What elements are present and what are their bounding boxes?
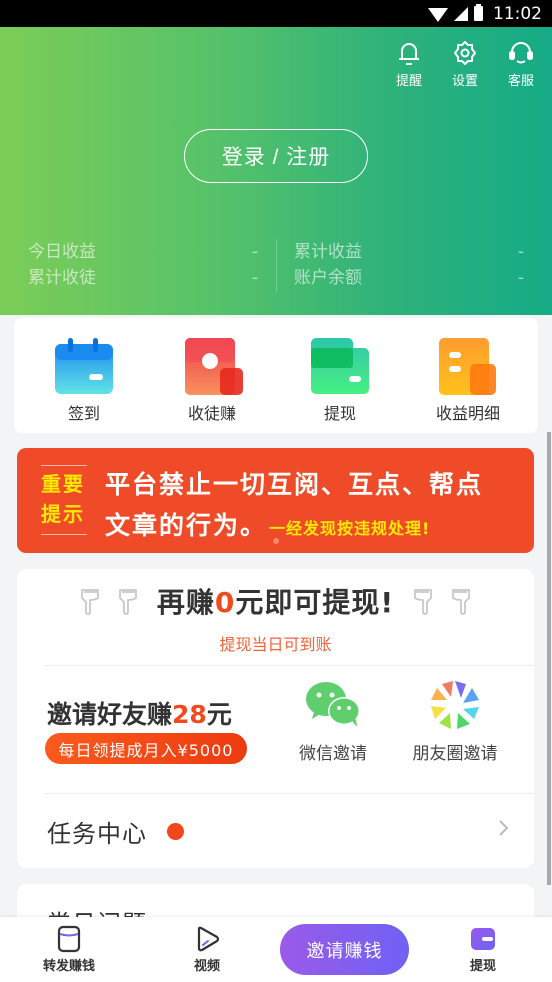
wallet-icon [471, 928, 495, 950]
login-register-button[interactable]: 登录 / 注册 [184, 129, 368, 183]
banner-headline: 平台禁止一切互阅、互点、帮点 [105, 470, 484, 499]
wechat-invite-button[interactable]: 微信邀请 [273, 679, 393, 764]
tag-divider [41, 534, 87, 535]
invite-title-suffix: 元 [206, 700, 232, 729]
pointing-hand-icon [80, 589, 99, 615]
settings-label: 设置 [451, 74, 478, 89]
stat-total-apprentices: 累计收徒 - [28, 265, 258, 291]
invite-amount: 28 [172, 700, 207, 729]
bell-icon [399, 43, 419, 65]
quick-entry-label: 收益明细 [435, 404, 500, 423]
header-actions: 提醒 设置 客服 [390, 39, 540, 89]
headset-icon [509, 42, 533, 64]
wifi-icon [428, 7, 448, 22]
quick-entry-label: 签到 [67, 404, 100, 423]
task-center-row[interactable]: 任务中心 [17, 794, 534, 868]
pointing-hand-icon [118, 589, 137, 615]
moments-icon [431, 681, 479, 729]
withdraw-title-prefix: 再赚 [156, 586, 215, 619]
banner-headline-2: 文章的行为。 一经发现按违规处理! [105, 506, 430, 542]
status-time: 11:02 [493, 3, 542, 24]
nav-item-share-earn[interactable]: 转发赚钱 [29, 925, 109, 974]
calendar-icon [55, 338, 113, 394]
withdraw-subtitle: 提现当日可到账 [219, 635, 332, 654]
stat-label: 账户余额 [294, 268, 362, 288]
card-divider [44, 665, 534, 666]
invite-title-prefix: 邀请好友赚 [47, 700, 173, 729]
pointing-hand-icon [452, 589, 471, 615]
quick-entry-recruit[interactable]: 收徒赚 [152, 336, 272, 424]
stat-value: - [517, 268, 524, 288]
reminder-button[interactable]: 提醒 [390, 39, 428, 89]
reminder-label: 提醒 [395, 74, 422, 89]
withdraw-title-suffix: 元即可提现! [235, 586, 395, 619]
signal-icon [454, 6, 468, 21]
chevron-right-icon [499, 820, 509, 836]
ledger-icon [439, 338, 496, 395]
withdraw-title: 再赚0元即可提现! [157, 581, 394, 621]
stat-value: - [517, 242, 524, 262]
customer-service-label: 客服 [507, 74, 534, 89]
withdraw-amount: 0 [214, 586, 236, 619]
tag-divider [41, 465, 87, 466]
share-label: 朋友圈邀请 [412, 744, 498, 764]
status-bar: 11:02 [0, 0, 552, 27]
nav-label: 视频 [193, 959, 220, 974]
play-icon [197, 926, 220, 952]
stat-total-earnings: 累计收益 - [294, 239, 524, 265]
share-article-icon [57, 925, 81, 953]
settings-button[interactable]: 设置 [446, 39, 484, 89]
customer-service-button[interactable]: 客服 [502, 39, 540, 89]
stats-divider [276, 239, 277, 292]
gear-icon [454, 41, 476, 65]
invite-earn-button[interactable]: 邀请赚钱 [280, 924, 409, 975]
quick-entry-label: 收徒赚 [187, 404, 236, 423]
scrollbar[interactable] [547, 432, 551, 885]
withdraw-prompt: 再赚0元即可提现! [17, 581, 534, 621]
stat-value: - [251, 242, 258, 262]
banner-headline-text: 文章的行为。 [105, 511, 268, 540]
quick-entry-label: 提现 [323, 404, 356, 423]
moments-invite-button[interactable]: 朋友圈邀请 [395, 679, 515, 764]
nav-label: 提现 [469, 959, 496, 974]
stat-account-balance: 账户余额 - [294, 265, 524, 291]
banner-tag: 重要 提示 [41, 465, 89, 535]
quick-entry-checkin[interactable]: 签到 [24, 336, 144, 424]
battery-charging-icon [474, 4, 483, 21]
pointing-hand-icon [414, 589, 433, 615]
bottom-nav: 转发赚钱 视频 邀请赚钱 提现 [0, 917, 552, 982]
share-label: 微信邀请 [299, 744, 367, 764]
wallet-icon [311, 338, 369, 394]
notification-dot [167, 823, 184, 840]
stat-label: 累计收益 [294, 242, 362, 262]
stat-value: - [251, 268, 258, 288]
earnings-card: 再赚0元即可提现! 提现当日可到账 邀请好友赚28元 每日领提成月入¥5000 … [17, 569, 534, 868]
invite-title: 邀请好友赚28元 [47, 695, 232, 731]
stat-label: 今日收益 [28, 242, 96, 262]
task-center-label: 任务中心 [47, 820, 147, 848]
quick-entry-withdraw[interactable]: 提现 [280, 336, 400, 424]
red-envelope-icon [185, 338, 243, 395]
nav-item-video[interactable]: 视频 [167, 925, 247, 974]
banner-tag-line1: 重要 [41, 472, 85, 496]
stat-label: 累计收徒 [28, 268, 96, 288]
invite-badge: 每日领提成月入¥5000 [45, 733, 247, 764]
stat-today-earnings: 今日收益 - [28, 239, 258, 265]
earnings-stats: 今日收益 - 累计收徒 - 累计收益 - 账户余额 - [28, 239, 526, 293]
notice-banner[interactable]: 重要 提示 平台禁止一切互阅、互点、帮点 文章的行为。 一经发现按违规处理! [17, 448, 534, 553]
carousel-indicator[interactable] [273, 538, 279, 544]
quick-entry-card: 签到 收徒赚 提现 收益明细 [14, 318, 538, 433]
wechat-icon [306, 682, 360, 727]
quick-entry-earnings-detail[interactable]: 收益明细 [408, 336, 528, 424]
banner-warning: 一经发现按违规处理! [269, 519, 431, 538]
profile-header: 提醒 设置 客服 登录 / 注册 今日收益 - 累计收徒 - 累计收益 - 账户… [0, 27, 552, 315]
nav-label: 转发赚钱 [42, 959, 95, 974]
nav-item-withdraw[interactable]: 提现 [443, 925, 523, 974]
banner-tag-line2: 提示 [41, 502, 85, 526]
